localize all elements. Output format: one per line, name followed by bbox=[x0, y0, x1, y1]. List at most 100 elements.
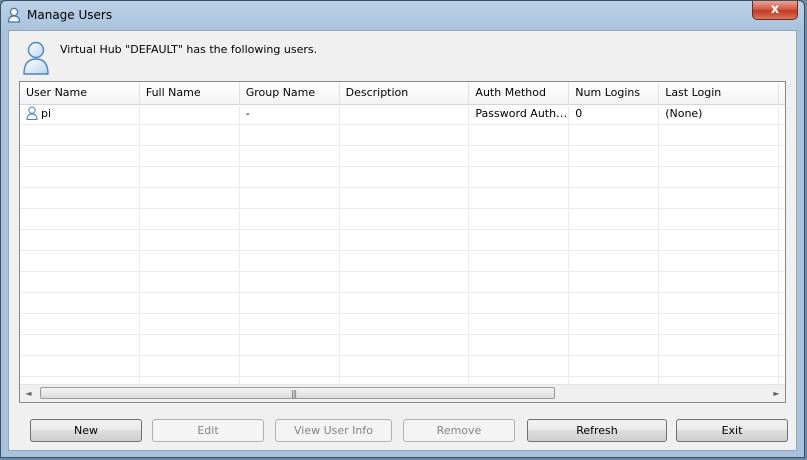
empty-cell bbox=[20, 209, 140, 229]
empty-cell bbox=[569, 146, 660, 166]
empty-cell bbox=[569, 377, 660, 384]
user-name-text: pi bbox=[41, 107, 52, 120]
empty-cell bbox=[469, 209, 570, 229]
empty-cell bbox=[469, 146, 570, 166]
empty-cell bbox=[469, 251, 570, 271]
empty-cell bbox=[140, 377, 240, 384]
empty-cell bbox=[469, 293, 570, 313]
empty-cell bbox=[779, 167, 785, 187]
empty-cell bbox=[779, 188, 785, 208]
scroll-left-arrow-icon[interactable]: ◄ bbox=[20, 385, 37, 402]
horizontal-scrollbar[interactable]: ◄ ||| ► bbox=[20, 384, 785, 402]
empty-cell bbox=[20, 251, 140, 271]
scroll-right-arrow-icon[interactable]: ► bbox=[768, 385, 785, 402]
empty-row bbox=[20, 188, 785, 209]
empty-cell bbox=[20, 167, 140, 187]
empty-cell bbox=[20, 272, 140, 292]
cell-group-name: - bbox=[240, 104, 340, 124]
empty-row bbox=[20, 293, 785, 314]
empty-cell bbox=[569, 356, 660, 376]
column-header-group-name[interactable]: Group Name bbox=[240, 82, 340, 104]
dialog-content: Virtual Hub "DEFAULT" has the following … bbox=[8, 30, 797, 451]
refresh-button[interactable]: Refresh bbox=[527, 419, 667, 442]
empty-cell bbox=[779, 272, 785, 292]
empty-cell bbox=[469, 356, 570, 376]
empty-cell bbox=[569, 230, 660, 250]
empty-row bbox=[20, 125, 785, 146]
empty-cell bbox=[469, 314, 570, 334]
column-header-auth-method[interactable]: Auth Method bbox=[469, 82, 570, 104]
empty-cell bbox=[659, 188, 780, 208]
empty-cell bbox=[779, 146, 785, 166]
empty-cell bbox=[779, 251, 785, 271]
empty-cell bbox=[140, 272, 240, 292]
remove-button[interactable]: Remove bbox=[403, 419, 515, 442]
view-user-info-button[interactable]: View User Info bbox=[275, 419, 392, 442]
column-header-user-name[interactable]: User Name bbox=[20, 82, 140, 104]
exit-button[interactable]: Exit bbox=[676, 419, 788, 442]
header-description: Virtual Hub "DEFAULT" has the following … bbox=[60, 43, 318, 56]
empty-cell bbox=[140, 335, 240, 355]
empty-cell bbox=[659, 125, 780, 145]
empty-cell bbox=[20, 293, 140, 313]
empty-cell bbox=[340, 314, 470, 334]
edit-button[interactable]: Edit bbox=[152, 419, 264, 442]
empty-cell bbox=[140, 209, 240, 229]
user-icon bbox=[23, 41, 49, 75]
empty-row bbox=[20, 377, 785, 384]
empty-cell bbox=[20, 335, 140, 355]
empty-cell bbox=[469, 335, 570, 355]
column-header-description[interactable]: Description bbox=[340, 82, 470, 104]
empty-cell bbox=[240, 293, 340, 313]
empty-cell bbox=[569, 209, 660, 229]
empty-cell bbox=[240, 272, 340, 292]
empty-cell bbox=[340, 230, 470, 250]
column-header-full-name[interactable]: Full Name bbox=[140, 82, 240, 104]
empty-cell bbox=[779, 230, 785, 250]
empty-cell bbox=[469, 377, 570, 384]
empty-cell bbox=[340, 335, 470, 355]
empty-row bbox=[20, 209, 785, 230]
users-list[interactable]: User Name Full Name Group Name Descripti… bbox=[19, 81, 786, 403]
empty-cell bbox=[240, 314, 340, 334]
empty-cell bbox=[340, 377, 470, 384]
title-bar[interactable]: Manage Users x bbox=[1, 1, 804, 31]
empty-cell bbox=[340, 188, 470, 208]
empty-cell bbox=[340, 293, 470, 313]
column-header-last-login[interactable]: Last Login bbox=[659, 82, 780, 104]
new-button[interactable]: New bbox=[30, 419, 142, 442]
close-button[interactable]: x bbox=[752, 1, 798, 20]
empty-cell bbox=[569, 188, 660, 208]
empty-cell bbox=[469, 230, 570, 250]
empty-cell bbox=[779, 125, 785, 145]
empty-cell bbox=[569, 314, 660, 334]
cell-num-logins: 0 bbox=[569, 104, 660, 124]
cell-last-login: (None) bbox=[659, 104, 780, 124]
empty-cell bbox=[659, 251, 780, 271]
empty-cell bbox=[140, 293, 240, 313]
cell-user-name: pi bbox=[20, 104, 140, 124]
empty-cell bbox=[659, 209, 780, 229]
empty-cell bbox=[140, 146, 240, 166]
user-icon bbox=[26, 106, 38, 120]
list-body: pi - Password Authe... 0 (None) bbox=[20, 104, 785, 384]
empty-row bbox=[20, 272, 785, 293]
empty-cell bbox=[469, 167, 570, 187]
scroll-thumb[interactable]: ||| bbox=[40, 387, 555, 399]
empty-cell bbox=[569, 335, 660, 355]
scroll-grip-icon: ||| bbox=[291, 389, 297, 398]
empty-cell bbox=[140, 230, 240, 250]
empty-cell bbox=[140, 188, 240, 208]
empty-cell bbox=[140, 356, 240, 376]
empty-cell bbox=[469, 188, 570, 208]
empty-cell bbox=[659, 356, 780, 376]
empty-row bbox=[20, 167, 785, 188]
empty-cell bbox=[20, 314, 140, 334]
manage-users-window: Manage Users x Virtual Hub "DEFAULT" has… bbox=[0, 0, 805, 458]
column-header-num-logins[interactable]: Num Logins bbox=[569, 82, 660, 104]
table-row[interactable]: pi - Password Authe... 0 (None) bbox=[20, 104, 785, 125]
empty-cell bbox=[340, 209, 470, 229]
empty-cell bbox=[659, 314, 780, 334]
empty-cell bbox=[20, 125, 140, 145]
cell-full-name bbox=[140, 104, 240, 124]
